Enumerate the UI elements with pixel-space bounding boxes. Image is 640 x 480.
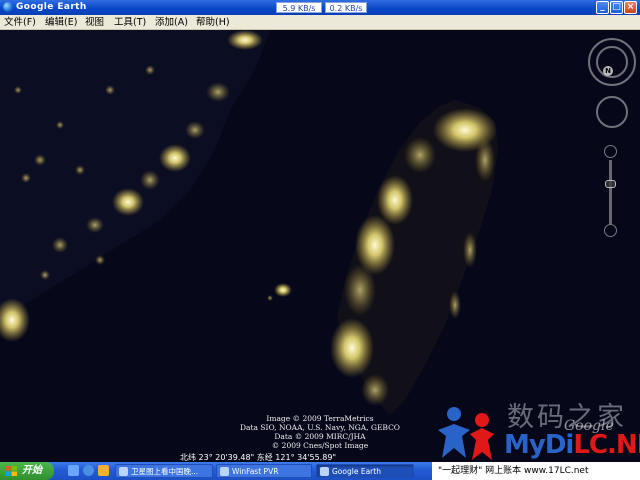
pvr-task-icon bbox=[220, 467, 229, 476]
taskbar-task-browser[interactable]: 卫星图上看中国晚... bbox=[115, 464, 213, 478]
menu-edit[interactable]: 编辑(E) bbox=[45, 16, 77, 29]
mascot-logo-icon bbox=[438, 407, 494, 460]
zoom-slider-track[interactable] bbox=[609, 160, 612, 224]
menu-add[interactable]: 添加(A) bbox=[155, 16, 188, 29]
attribution-line-3: Data © 2009 MIRC/JHA bbox=[274, 432, 366, 441]
menu-view[interactable]: 视图 bbox=[85, 16, 104, 29]
zoom-in-button[interactable] bbox=[604, 145, 617, 158]
menu-file[interactable]: 文件(F) bbox=[4, 16, 36, 29]
site-watermark: 数码之家 Google MyDiLC.NET bbox=[432, 400, 640, 462]
windows-flag-icon bbox=[5, 466, 17, 476]
watermark-brand-part3: .NET bbox=[606, 430, 640, 460]
zoom-out-button[interactable] bbox=[604, 224, 617, 237]
penghu-lights bbox=[267, 283, 292, 301]
move-joystick[interactable] bbox=[596, 96, 628, 128]
earth-view[interactable]: N Image © 2009 TerraMetrics Data SIO, NO… bbox=[0, 30, 640, 462]
watermark-brand-part2: LC bbox=[573, 430, 608, 460]
download-speed: 5.9 KB/s bbox=[276, 2, 322, 13]
watermark-brand-part1: MyDi bbox=[504, 430, 574, 460]
minimize-button[interactable]: _ bbox=[596, 1, 609, 14]
coordinate-readout: 北纬 23° 20'39.48" 东经 121° 34'55.89" bbox=[180, 453, 337, 462]
title-bar: Google Earth 5.9 KB/s 0.2 KB/s _ □ × bbox=[0, 0, 640, 15]
task-label-pvr: WinFast PVR bbox=[232, 467, 279, 476]
show-desktop-icon[interactable] bbox=[68, 465, 79, 476]
google-earth-task-icon bbox=[320, 467, 329, 476]
menu-bar: 文件(F) 编辑(E) 视图 工具(T) 添加(A) 帮助(H) bbox=[0, 15, 640, 30]
google-earth-icon bbox=[3, 2, 13, 12]
menu-help[interactable]: 帮助(H) bbox=[196, 16, 230, 29]
start-label: 开始 bbox=[22, 465, 42, 476]
attribution-line-1: Image © 2009 TerraMetrics bbox=[266, 414, 374, 423]
quick-launch-icon[interactable] bbox=[98, 465, 109, 476]
close-button[interactable]: × bbox=[624, 1, 637, 14]
maximize-button[interactable]: □ bbox=[610, 1, 623, 14]
start-button[interactable]: 开始 bbox=[0, 462, 54, 480]
attribution-line-4: © 2009 Cnes/Spot Image bbox=[271, 441, 369, 450]
watermark-brand: MyDiLC.NET bbox=[504, 430, 640, 460]
attribution-line-2: Data SIO, NOAA, U.S. Navy, NGA, GEBCO bbox=[240, 423, 400, 432]
north-up-button[interactable]: N bbox=[603, 66, 613, 76]
tray-banner: "一起理财" 网上账本 www.17LC.net bbox=[432, 462, 640, 480]
taskbar: 开始 卫星图上看中国晚... WinFast PVR Google Earth … bbox=[0, 462, 640, 480]
taskbar-task-google-earth[interactable]: Google Earth bbox=[316, 464, 414, 478]
browser-task-icon bbox=[119, 467, 128, 476]
taskbar-task-pvr[interactable]: WinFast PVR bbox=[216, 464, 312, 478]
window-title: Google Earth bbox=[16, 2, 87, 12]
task-label-google-earth: Google Earth bbox=[332, 467, 381, 476]
internet-explorer-icon[interactable] bbox=[83, 465, 94, 476]
task-label-browser: 卫星图上看中国晚... bbox=[131, 467, 199, 476]
upload-speed: 0.2 KB/s bbox=[325, 2, 367, 13]
zoom-slider-handle[interactable] bbox=[605, 180, 616, 188]
menu-tools[interactable]: 工具(T) bbox=[114, 16, 146, 29]
